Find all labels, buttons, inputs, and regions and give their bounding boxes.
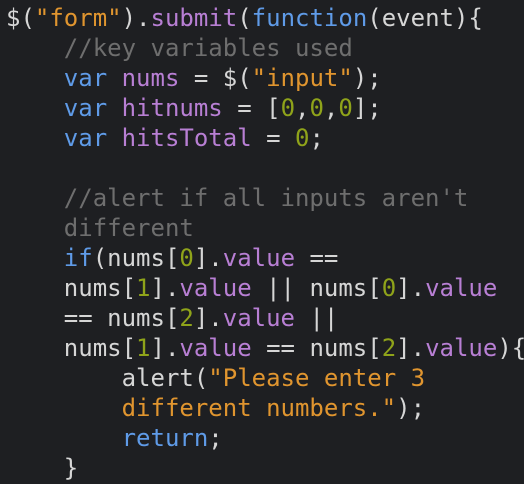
code-token-str: "form" bbox=[34, 4, 122, 32]
code-token-plain: (event){ bbox=[367, 4, 483, 32]
code-token-com: //key variables used bbox=[63, 34, 353, 62]
code-token-com: //alert if all inputs aren't bbox=[63, 184, 469, 212]
code-token-plain: , bbox=[295, 94, 310, 122]
code-line: if(nums[0].value == bbox=[6, 243, 524, 273]
code-line: //key variables used bbox=[6, 33, 524, 63]
code-token-plain: $( bbox=[6, 4, 35, 32]
code-token-num: 2 bbox=[381, 334, 397, 362]
code-token-plain: == nums[ bbox=[6, 304, 180, 332]
code-token-str: "input" bbox=[251, 64, 353, 92]
code-line: $("form").submit(function(event){ bbox=[6, 3, 524, 33]
code-line: var hitnums = [0,0,0]; bbox=[6, 93, 524, 123]
code-token-plain: , bbox=[323, 94, 339, 122]
code-token-com: different bbox=[63, 214, 194, 242]
code-token-plain: (nums[ bbox=[92, 244, 180, 272]
code-line: different bbox=[6, 213, 524, 243]
code-token-plain: = $( bbox=[179, 64, 252, 92]
code-token-plain: ){ bbox=[497, 334, 524, 362]
code-line: nums[1].value == nums[2].value){ bbox=[6, 333, 524, 363]
code-token-plain: ]. bbox=[396, 334, 426, 362]
code-token-plain: ]. bbox=[150, 274, 180, 302]
code-token-fn: value bbox=[179, 334, 252, 362]
code-token-plain: nums[ bbox=[6, 274, 137, 302]
code-token-num: 0 bbox=[338, 94, 353, 122]
code-token-plain: = bbox=[251, 124, 296, 152]
code-token-plain: = [ bbox=[222, 94, 281, 122]
code-token-num: 0 bbox=[179, 244, 194, 272]
code-line: //alert if all inputs aren't bbox=[6, 183, 524, 213]
code-token-kw: var bbox=[63, 94, 108, 122]
code-token-num: 2 bbox=[179, 304, 194, 332]
code-line: var nums = $("input"); bbox=[6, 63, 524, 93]
code-token-num: 0 bbox=[280, 94, 296, 122]
code-line: nums[1].value || nums[0].value bbox=[6, 273, 524, 303]
code-token-plain: alert( bbox=[6, 364, 209, 392]
code-token-num: 1 bbox=[136, 334, 151, 362]
code-token-plain: ); bbox=[352, 64, 382, 92]
code-token-kw: var bbox=[63, 64, 108, 92]
code-token-kw: return bbox=[121, 424, 209, 452]
code-token-plain: || bbox=[295, 304, 339, 332]
code-token-plain: ]. bbox=[193, 244, 223, 272]
code-token-fn: hitnums bbox=[121, 94, 223, 122]
code-token-num: 0 bbox=[309, 94, 324, 122]
code-token-str: "Please enter 3 bbox=[208, 364, 426, 392]
code-token-plain: ]. bbox=[396, 274, 426, 302]
code-token-fn: nums bbox=[121, 64, 180, 92]
code-token-num: 1 bbox=[136, 274, 151, 302]
code-token-kw: if bbox=[63, 244, 93, 272]
code-token-fn: value bbox=[222, 244, 296, 272]
code-line: return; bbox=[6, 423, 524, 453]
code-token-num: 0 bbox=[295, 124, 310, 152]
code-token-fn: hitsTotal bbox=[121, 124, 252, 152]
code-token-kw: var bbox=[63, 124, 108, 152]
code-token-plain: ). bbox=[121, 4, 151, 32]
code-token-plain: ; bbox=[208, 424, 223, 452]
code-token-plain: == bbox=[295, 244, 339, 272]
code-line: } bbox=[6, 453, 524, 483]
code-line: alert("Please enter 3 bbox=[6, 363, 524, 393]
code-token-plain: ( bbox=[237, 4, 252, 32]
code-token-plain: nums[ bbox=[6, 334, 137, 362]
code-line: different numbers."); bbox=[6, 393, 524, 423]
code-editor[interactable]: $("form").submit(function(event){ //key … bbox=[6, 3, 524, 483]
code-token-fn: value bbox=[425, 334, 498, 362]
code-token-plain: ; bbox=[309, 124, 324, 152]
code-token-plain: ]. bbox=[193, 304, 223, 332]
code-token-str: different numbers." bbox=[121, 394, 397, 422]
code-token-num: 0 bbox=[381, 274, 397, 302]
code-token-plain: ]. bbox=[150, 334, 180, 362]
code-line: == nums[2].value || bbox=[6, 303, 524, 333]
code-token-plain: || nums[ bbox=[251, 274, 382, 302]
code-token-plain: ); bbox=[396, 394, 426, 422]
code-token-fn: submit bbox=[150, 4, 238, 32]
code-token-fn: value bbox=[425, 274, 498, 302]
code-token-plain: } bbox=[6, 454, 79, 482]
code-line: var hitsTotal = 0; bbox=[6, 123, 524, 153]
code-token-kw: function bbox=[251, 4, 368, 32]
code-token-plain: ]; bbox=[352, 94, 382, 122]
code-token-fn: value bbox=[179, 274, 252, 302]
code-token-plain: == nums[ bbox=[251, 334, 382, 362]
code-token-fn: value bbox=[222, 304, 295, 332]
